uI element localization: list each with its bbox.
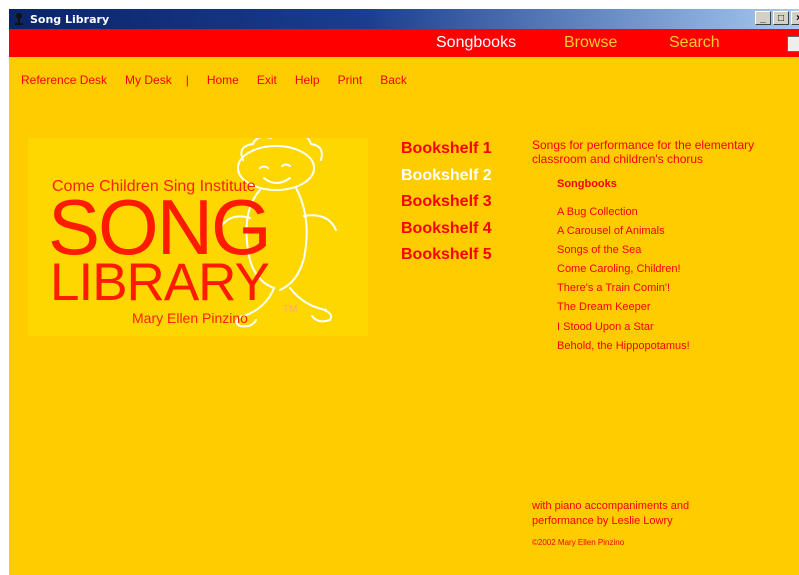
- logo-library-text: LIBRARY: [50, 253, 270, 312]
- tab-search[interactable]: Search: [669, 34, 720, 52]
- logo-trademark: TM: [283, 304, 298, 315]
- bookshelf-4[interactable]: Bookshelf 4: [401, 220, 492, 247]
- bookshelf-3[interactable]: Bookshelf 3: [401, 193, 492, 220]
- top-nav-bar: Songbooks Browse Search: [9, 29, 799, 57]
- print-link[interactable]: Print: [338, 73, 363, 87]
- minimize-button[interactable]: _: [755, 11, 771, 25]
- song-link[interactable]: The Dream Keeper: [557, 301, 772, 320]
- shelf-description: Songs for performance for the elementary…: [532, 138, 755, 166]
- maximize-button[interactable]: □: [773, 11, 789, 25]
- bookshelf-list: Bookshelf 1 Bookshelf 2 Bookshelf 3 Book…: [401, 140, 492, 273]
- song-library-logo: Come Children Sing Institute SONG LIBRAR…: [28, 138, 368, 336]
- song-list: A Bug Collection A Carousel of Animals S…: [557, 206, 772, 359]
- bookshelf-5[interactable]: Bookshelf 5: [401, 246, 492, 273]
- exit-link[interactable]: Exit: [257, 73, 277, 87]
- nav-separator: |: [185, 73, 189, 87]
- tab-browse[interactable]: Browse: [564, 34, 617, 52]
- song-link[interactable]: Behold, the Hippopotamus!: [557, 340, 772, 359]
- bookshelf-1[interactable]: Bookshelf 1: [401, 140, 492, 167]
- bookshelf-2[interactable]: Bookshelf 2: [401, 167, 492, 194]
- reference-desk-link[interactable]: Reference Desk: [21, 73, 107, 87]
- accompaniment-note: with piano accompaniments and performanc…: [532, 500, 690, 527]
- song-link[interactable]: A Carousel of Animals: [557, 225, 772, 244]
- songbooks-heading: Songbooks: [557, 178, 617, 190]
- song-link[interactable]: There's a Train Comin'!: [557, 282, 772, 301]
- song-link[interactable]: Come Caroling, Children!: [557, 263, 772, 282]
- close-button[interactable]: ×: [791, 11, 799, 25]
- sub-nav: Reference Desk My Desk | Home Exit Help …: [21, 73, 425, 87]
- help-link[interactable]: Help: [295, 73, 320, 87]
- song-link[interactable]: Songs of the Sea: [557, 244, 772, 263]
- tab-songbooks[interactable]: Songbooks: [436, 34, 516, 52]
- app-window: Song Library _ □ × Songbooks Browse Sear…: [9, 9, 799, 575]
- app-icon: [12, 12, 26, 26]
- window-title: Song Library: [30, 12, 110, 26]
- back-link[interactable]: Back: [380, 73, 407, 87]
- copyright-notice: ©2002 Mary Ellen Pinzino: [532, 538, 625, 547]
- logo-author: Mary Ellen Pinzino: [132, 310, 248, 326]
- my-desk-link[interactable]: My Desk: [125, 73, 172, 87]
- home-link[interactable]: Home: [207, 73, 239, 87]
- window-controls: _ □ ×: [755, 11, 799, 25]
- song-link[interactable]: I Stood Upon a Star: [557, 321, 772, 340]
- shelf-info-panel: Songs for performance for the elementary…: [532, 138, 772, 359]
- song-link[interactable]: A Bug Collection: [557, 206, 772, 225]
- title-bar: Song Library _ □ ×: [9, 9, 799, 29]
- nav-square-button[interactable]: [787, 36, 799, 52]
